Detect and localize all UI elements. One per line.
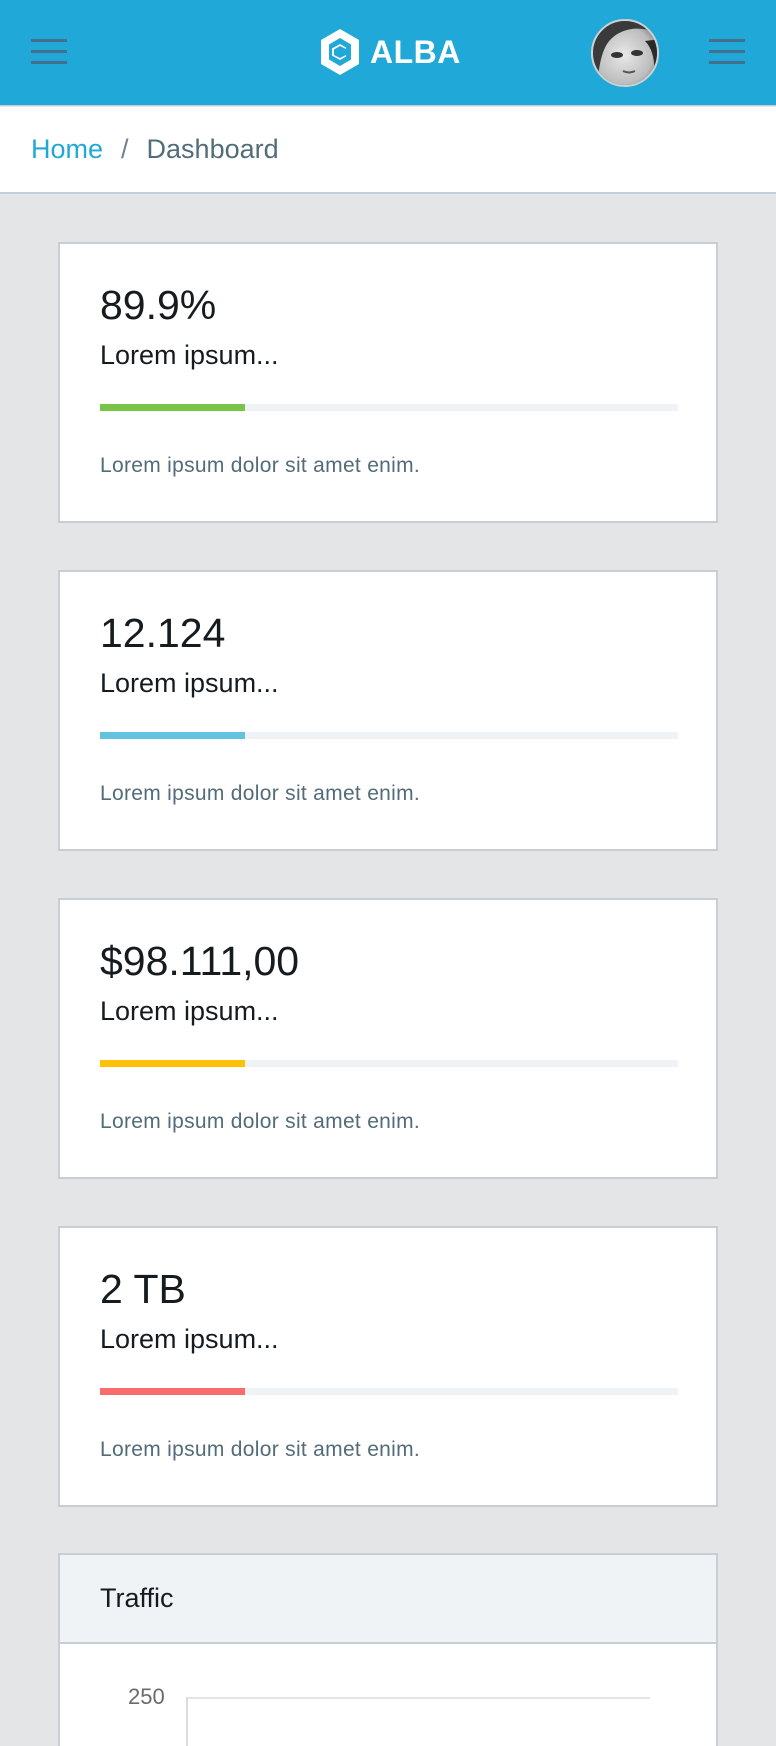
stat-value: 2 TB: [100, 1266, 186, 1312]
stat-value: 89.9%: [100, 282, 217, 328]
stat-card: 2 TB Lorem ipsum... Lorem ipsum dolor si…: [58, 1226, 718, 1507]
top-navbar: ALBA: [0, 0, 776, 106]
breadcrumb-home-link[interactable]: Home: [31, 134, 103, 165]
chart-gridline: [186, 1697, 650, 1699]
stat-description: Lorem ipsum dolor sit amet enim.: [100, 1110, 421, 1133]
stat-value: $98.111,00: [100, 938, 300, 984]
progress-bar-fill: [100, 1060, 245, 1067]
progress-bar: [100, 1388, 678, 1395]
traffic-chart: 250: [60, 1644, 716, 1746]
sidebar-toggle-hamburger-icon[interactable]: [31, 37, 67, 67]
breadcrumb-current-page: Dashboard: [146, 134, 279, 164]
stat-description: Lorem ipsum dolor sit amet enim.: [100, 1438, 421, 1461]
progress-bar-fill: [100, 732, 245, 739]
stat-label: Lorem ipsum...: [100, 1324, 279, 1354]
user-avatar[interactable]: [591, 19, 659, 87]
stat-value: 12.124: [100, 610, 226, 656]
traffic-card-header: Traffic: [60, 1555, 716, 1644]
stat-label: Lorem ipsum...: [100, 996, 279, 1026]
stat-card: 12.124 Lorem ipsum... Lorem ipsum dolor …: [58, 570, 718, 851]
stat-label: Lorem ipsum...: [100, 668, 279, 698]
breadcrumb: Home / Dashboard: [0, 107, 776, 194]
brand-name: ALBA: [370, 33, 461, 70]
progress-bar: [100, 732, 678, 739]
stat-card: $98.111,00 Lorem ipsum... Lorem ipsum do…: [58, 898, 718, 1179]
chart-y-axis: [186, 1697, 188, 1746]
traffic-card: Traffic 250: [58, 1553, 718, 1746]
stat-description: Lorem ipsum dolor sit amet enim.: [100, 454, 421, 477]
alba-logo-icon: [321, 29, 359, 75]
progress-bar: [100, 1060, 678, 1067]
progress-bar: [100, 404, 678, 411]
y-tick-label: 250: [128, 1684, 165, 1709]
progress-bar-fill: [100, 404, 245, 411]
stat-card: 89.9% Lorem ipsum... Lorem ipsum dolor s…: [58, 242, 718, 523]
progress-bar-fill: [100, 1388, 245, 1395]
aside-menu-toggle-hamburger-icon[interactable]: [709, 37, 745, 67]
breadcrumb-separator: /: [121, 134, 129, 164]
stat-description: Lorem ipsum dolor sit amet enim.: [100, 782, 421, 805]
brand-logo[interactable]: ALBA: [318, 26, 461, 78]
stat-label: Lorem ipsum...: [100, 340, 279, 370]
